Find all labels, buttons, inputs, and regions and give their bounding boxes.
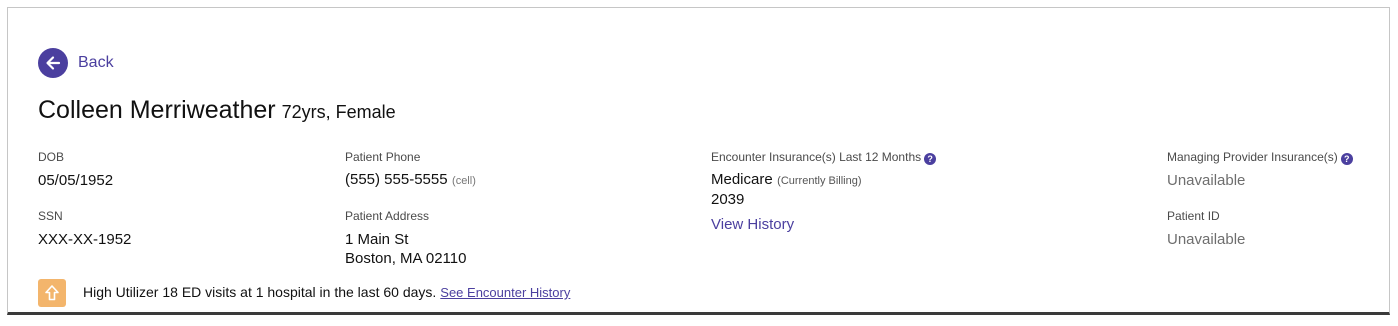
back-arrow-icon[interactable]	[38, 48, 68, 78]
help-question-icon[interactable]: ?	[924, 153, 937, 165]
phone-row: (555) 555-5555 (cell)	[345, 171, 476, 189]
insurance-plan-row: Medicare (Currently Billing)	[711, 171, 862, 189]
managing-provider-insurance-value: Unavailable	[1167, 172, 1246, 189]
back-button[interactable]: Back	[38, 48, 114, 78]
insurance-plan-status: (Currently Billing)	[777, 175, 862, 187]
patient-name-heading: Colleen Merriweather 72yrs, Female	[38, 96, 396, 125]
help-question-icon[interactable]: ?	[1340, 153, 1353, 165]
patient-id-value: Unavailable	[1167, 231, 1246, 248]
encounter-insurance-label: Encounter Insurance(s) Last 12 Months?	[711, 150, 937, 165]
address-label: Patient Address	[345, 209, 430, 223]
ssn-value: XXX-XX-1952	[38, 231, 132, 248]
high-utilizer-alert: High Utilizer 18 ED visits at 1 hospital…	[83, 284, 570, 300]
ssn-label: SSN	[38, 209, 63, 223]
encounter-insurance-label-text: Encounter Insurance(s) Last 12 Months	[711, 150, 922, 164]
phone-label: Patient Phone	[345, 150, 421, 164]
see-encounter-history-link[interactable]: See Encounter History	[440, 285, 570, 300]
phone-value: (555) 555-5555	[345, 171, 448, 188]
dob-value: 05/05/1952	[38, 172, 114, 189]
patient-name: Colleen Merriweather	[38, 96, 276, 124]
patient-summary-card: Back Colleen Merriweather 72yrs, Female D…	[7, 7, 1390, 315]
phone-type: (cell)	[452, 175, 476, 187]
patient-age-sex: 72yrs, Female	[281, 102, 396, 122]
address-line2: Boston, MA 02110	[345, 250, 467, 267]
managing-provider-insurance-label-text: Managing Provider Insurance(s)	[1167, 150, 1338, 164]
alert-text: High Utilizer 18 ED visits at 1 hospital…	[83, 284, 437, 300]
insurance-plan-number: 2039	[711, 191, 745, 208]
patient-id-label: Patient ID	[1167, 209, 1220, 223]
managing-provider-insurance-label: Managing Provider Insurance(s)?	[1167, 150, 1353, 165]
back-label[interactable]: Back	[78, 54, 114, 72]
insurance-plan-name: Medicare	[711, 171, 773, 188]
view-history-link[interactable]: View History	[711, 216, 794, 233]
address-line1: 1 Main St	[345, 231, 409, 248]
dob-label: DOB	[38, 150, 65, 164]
high-utilizer-arrow-up-icon	[38, 279, 66, 307]
